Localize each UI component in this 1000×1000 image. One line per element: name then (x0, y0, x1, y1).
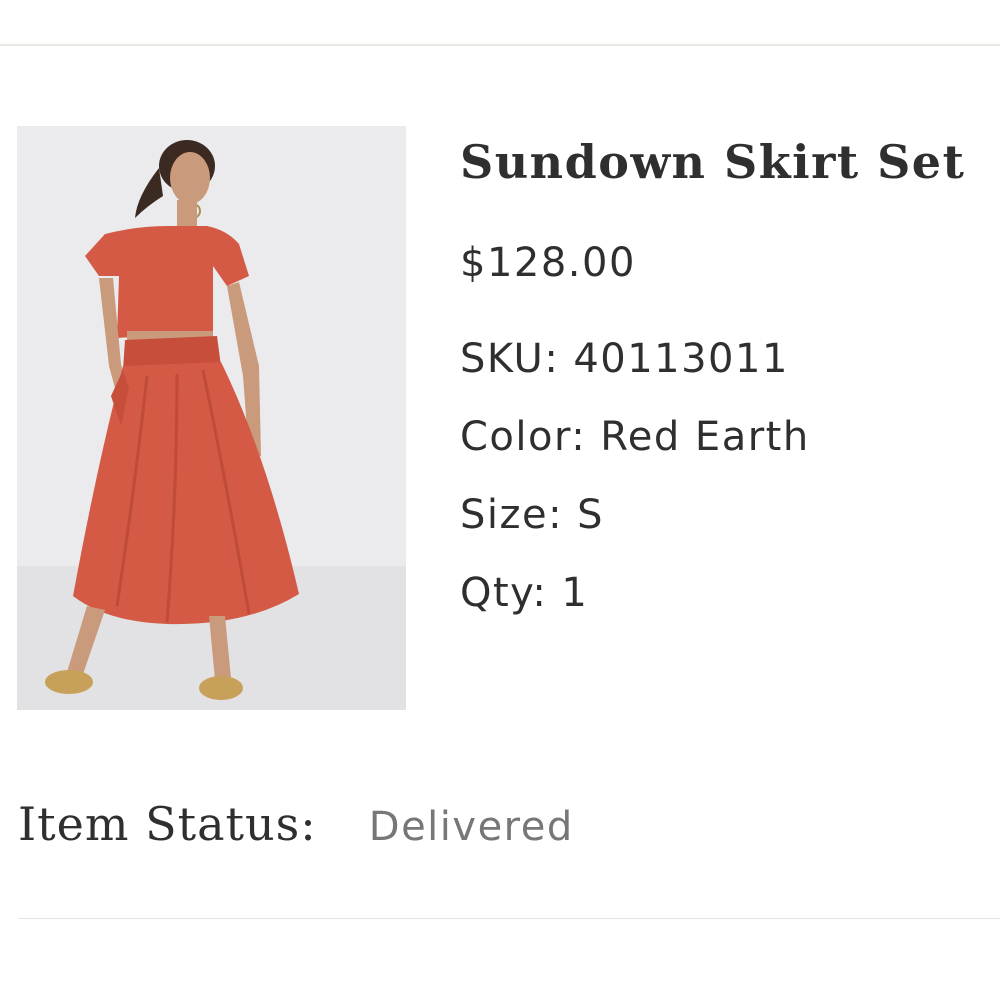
product-price: $128.00 (460, 240, 636, 286)
size-value: S (577, 492, 604, 538)
sku-value: 40113011 (573, 336, 789, 382)
product-photo-illustration (17, 126, 406, 710)
product-title[interactable]: Sundown Skirt Set (460, 130, 995, 194)
color-line: Color: Red Earth (460, 414, 810, 460)
product-image[interactable] (17, 126, 406, 710)
item-status-label: Item Status: (18, 797, 317, 851)
top-divider (0, 44, 1000, 46)
sku-line: SKU: 40113011 (460, 336, 789, 382)
qty-value: 1 (561, 570, 589, 616)
product-details: Sundown Skirt Set $128.00 SKU: 40113011 C… (460, 130, 995, 616)
item-status-value: Delivered (368, 804, 574, 850)
color-label: Color: (460, 414, 587, 460)
bottom-divider (18, 918, 1000, 919)
size-label: Size: (460, 492, 564, 538)
sku-label: SKU: (460, 336, 560, 382)
order-item-page: Sundown Skirt Set $128.00 SKU: 40113011 C… (0, 0, 1000, 1000)
item-status-row: Item Status: Delivered (18, 797, 574, 851)
color-value: Red Earth (600, 414, 810, 460)
qty-label: Qty: (460, 570, 548, 616)
size-line: Size: S (460, 492, 604, 538)
qty-line: Qty: 1 (460, 570, 588, 616)
